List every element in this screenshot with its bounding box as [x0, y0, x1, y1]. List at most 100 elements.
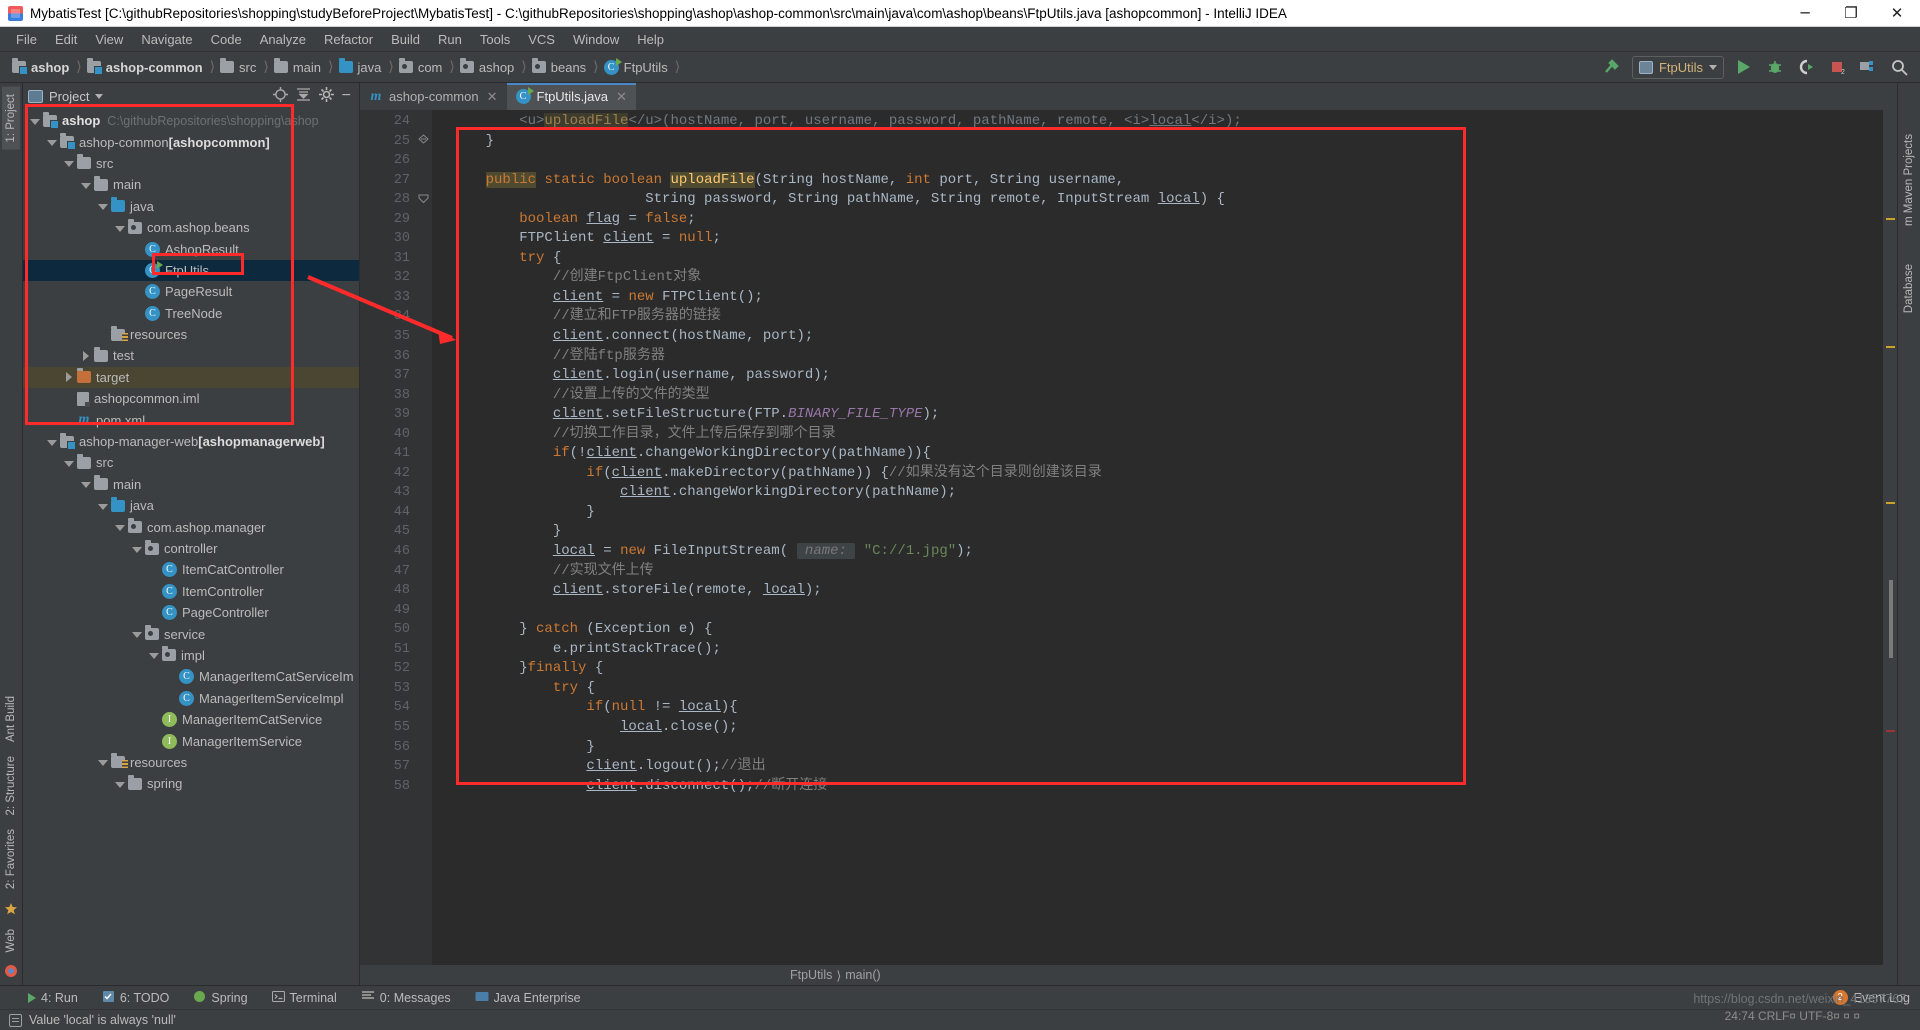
- menu-run[interactable]: Run: [429, 29, 471, 50]
- expand-arrow-icon[interactable]: [46, 136, 58, 148]
- fold-gutter-cell[interactable]: [418, 483, 432, 503]
- fold-gutter-cell[interactable]: [418, 464, 432, 484]
- debug-icon[interactable]: [1764, 56, 1786, 78]
- code-line[interactable]: FTPClient client = null;: [444, 229, 1883, 249]
- sidebar-item-structure[interactable]: 2: Structure: [2, 749, 20, 822]
- tree-node[interactable]: C ItemCatController: [23, 559, 359, 580]
- tool-button-todo[interactable]: 6: TODO: [98, 988, 174, 1008]
- menu-view[interactable]: View: [86, 29, 132, 50]
- fold-gutter-cell[interactable]: [418, 698, 432, 718]
- search-icon[interactable]: [1888, 56, 1910, 78]
- minimize-button[interactable]: ─: [1782, 0, 1828, 26]
- expand-arrow-icon[interactable]: [80, 179, 92, 191]
- tree-node[interactable]: I ManagerItemCatService: [23, 709, 359, 730]
- fold-gutter-cell[interactable]: [418, 366, 432, 386]
- build-hammer-icon[interactable]: [1601, 56, 1623, 78]
- code-line[interactable]: //登陆ftp服务器: [444, 347, 1883, 367]
- breadcrumb-com[interactable]: com: [395, 56, 449, 78]
- fold-gutter-cell[interactable]: [418, 757, 432, 777]
- tree-node[interactable]: test: [23, 345, 359, 366]
- menu-navigate[interactable]: Navigate: [132, 29, 201, 50]
- tree-node[interactable]: service: [23, 623, 359, 644]
- menu-build[interactable]: Build: [382, 29, 429, 50]
- expand-arrow-icon[interactable]: [80, 478, 92, 490]
- fold-gutter-cell[interactable]: [418, 288, 432, 308]
- code-line[interactable]: try {: [444, 249, 1883, 269]
- fold-gutter-cell[interactable]: [418, 425, 432, 445]
- code-line[interactable]: client.changeWorkingDirectory(pathName);: [444, 483, 1883, 503]
- menu-help[interactable]: Help: [628, 29, 673, 50]
- code-line[interactable]: } catch (Exception e) {: [444, 620, 1883, 640]
- run-icon[interactable]: [1733, 56, 1755, 78]
- sidebar-item-web[interactable]: Web: [2, 922, 20, 959]
- code-line[interactable]: //创建FtpClient对象: [444, 268, 1883, 288]
- breadcrumb-ashop-pkg[interactable]: ashop: [456, 56, 520, 78]
- tree-node[interactable]: controller: [23, 538, 359, 559]
- tree-node[interactable]: m pom.xml: [23, 409, 359, 430]
- tree-node[interactable]: main: [23, 474, 359, 495]
- fold-gutter-cell[interactable]: [418, 738, 432, 758]
- breadcrumb-main[interactable]: main: [270, 56, 327, 78]
- tree-node[interactable]: ashop-manager-web [ashopmanagerweb]: [23, 431, 359, 452]
- close-button[interactable]: ✕: [1874, 0, 1920, 26]
- code-line[interactable]: client.login(username, password);: [444, 366, 1883, 386]
- expand-arrow-icon[interactable]: [148, 649, 160, 661]
- tree-node[interactable]: java: [23, 196, 359, 217]
- tab-ftputils-java[interactable]: C FtpUtils.java ✕: [506, 83, 637, 110]
- fold-gutter-cell[interactable]: [418, 249, 432, 269]
- fold-gutter-cell[interactable]: [418, 542, 432, 562]
- fold-start-marker[interactable]: [418, 190, 432, 210]
- expand-arrow-icon[interactable]: [114, 778, 126, 790]
- fold-gutter-cell[interactable]: [418, 503, 432, 523]
- fold-gutter-cell[interactable]: [418, 229, 432, 249]
- maximize-button[interactable]: ❐: [1828, 0, 1874, 26]
- breadcrumb-ashop-common[interactable]: ashop-common: [83, 56, 209, 78]
- tree-node[interactable]: com.ashop.manager: [23, 516, 359, 537]
- collapse-all-icon[interactable]: [296, 87, 311, 105]
- code-line[interactable]: //实现文件上传: [444, 562, 1883, 582]
- tool-button-messages[interactable]: 0: Messages: [357, 988, 455, 1007]
- chevron-down-icon[interactable]: [95, 93, 104, 99]
- breadcrumb-java[interactable]: java: [335, 56, 388, 78]
- tree-node[interactable]: ashopcommon.iml: [23, 388, 359, 409]
- code-line[interactable]: }: [444, 522, 1883, 542]
- tree-node[interactable]: spring: [23, 773, 359, 794]
- tree-node[interactable]: main: [23, 174, 359, 195]
- expand-arrow-icon[interactable]: [114, 222, 126, 234]
- code-line[interactable]: boolean flag = false;: [444, 210, 1883, 230]
- expand-arrow-icon[interactable]: [63, 457, 75, 469]
- sidebar-item-ant-build[interactable]: Ant Build: [2, 689, 20, 749]
- code-line[interactable]: client.connect(hostName, port);: [444, 327, 1883, 347]
- code-line[interactable]: }: [444, 132, 1883, 152]
- code-line[interactable]: //切换工作目录，文件上传后保存到哪个目录: [444, 425, 1883, 445]
- code-line[interactable]: }: [444, 738, 1883, 758]
- run-configuration-selector[interactable]: FtpUtils: [1631, 55, 1724, 79]
- tree-node[interactable]: C AshopResult: [23, 238, 359, 259]
- breadcrumb-beans[interactable]: beans: [528, 56, 592, 78]
- chrome-icon[interactable]: [4, 964, 19, 979]
- expand-arrow-icon[interactable]: [114, 521, 126, 533]
- sidebar-item-maven-projects[interactable]: m Maven Projects: [1900, 127, 1918, 233]
- fold-gutter-cell[interactable]: [418, 268, 432, 288]
- fold-gutter-cell[interactable]: [418, 659, 432, 679]
- menu-refactor[interactable]: Refactor: [315, 29, 382, 50]
- code-folding-bar[interactable]: [418, 110, 432, 965]
- code-line[interactable]: }: [444, 503, 1883, 523]
- fold-gutter-cell[interactable]: [418, 679, 432, 699]
- fold-gutter-cell[interactable]: [418, 581, 432, 601]
- fold-gutter-cell[interactable]: [418, 777, 432, 797]
- tree-node[interactable]: java: [23, 495, 359, 516]
- code-line[interactable]: e.printStackTrace();: [444, 640, 1883, 660]
- menu-tools[interactable]: Tools: [471, 29, 519, 50]
- tree-node[interactable]: ashop C:\githubRepositories\shopping\asho…: [23, 110, 359, 131]
- code-line[interactable]: //设置上传的文件的类型: [444, 386, 1883, 406]
- close-icon[interactable]: ✕: [616, 89, 627, 105]
- expand-arrow-icon[interactable]: [131, 628, 143, 640]
- breadcrumb-src[interactable]: src: [216, 56, 262, 78]
- fold-gutter-cell[interactable]: [418, 151, 432, 171]
- code-line[interactable]: <u>uploadFile</u>(hostName, port, userna…: [444, 112, 1883, 132]
- collapse-arrow-icon[interactable]: [63, 371, 75, 383]
- code-line[interactable]: //建立和FTP服务器的链接: [444, 307, 1883, 327]
- tree-node[interactable]: src: [23, 452, 359, 473]
- tree-node[interactable]: com.ashop.beans: [23, 217, 359, 238]
